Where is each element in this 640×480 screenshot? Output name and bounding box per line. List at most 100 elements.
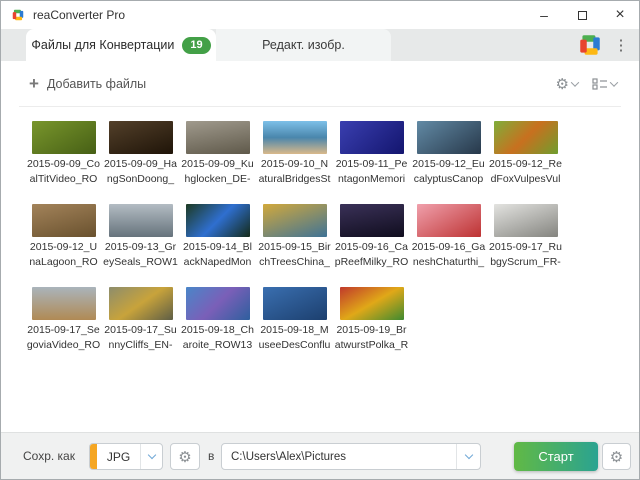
file-thumbnail[interactable] bbox=[185, 121, 250, 154]
file-item[interactable]: 2015-09-19_Br atwurstPolka_R bbox=[333, 287, 410, 352]
file-item[interactable]: 2015-09-10_N aturalBridgesSt bbox=[256, 121, 333, 186]
start-button[interactable]: Старт bbox=[514, 442, 598, 471]
file-name-line2: chTreesChina_ bbox=[259, 255, 330, 268]
file-name-line2: atwurstPolka_R bbox=[334, 338, 409, 351]
file-thumbnail[interactable] bbox=[262, 121, 327, 154]
file-thumbnail[interactable] bbox=[262, 204, 327, 237]
file-name-line1: 2015-09-16_Ga bbox=[411, 241, 486, 253]
file-name-line1: 2015-09-15_Bir bbox=[258, 241, 331, 253]
add-files-button[interactable]: + Добавить файлы bbox=[29, 75, 147, 92]
file-item[interactable]: 2015-09-09_Ha ngSonDoong_ bbox=[102, 121, 179, 186]
file-name-line1: 2015-09-12_Re bbox=[489, 158, 562, 170]
chevron-down-icon bbox=[609, 77, 619, 87]
file-item[interactable]: 2015-09-15_Bir chTreesChina_ bbox=[256, 204, 333, 269]
file-name-line2: useeDesConflu bbox=[258, 338, 331, 351]
file-grid: 2015-09-09_Co alTitVideo_RO 2015-09-09_Ha n… bbox=[25, 121, 564, 352]
file-thumbnail[interactable] bbox=[416, 121, 481, 154]
title-bar: reaConverter Pro – × bbox=[1, 1, 639, 29]
file-name-line1: 2015-09-17_Se bbox=[27, 324, 100, 336]
thumbnail-settings-button[interactable]: ⚙ bbox=[555, 75, 580, 93]
file-item[interactable]: 2015-09-14_Bl ackNapedMon bbox=[179, 204, 256, 269]
tab-files-for-conversion[interactable]: Файлы для Конвертации 19 bbox=[26, 29, 216, 61]
file-item[interactable]: 2015-09-16_Ca pReefMilky_RO bbox=[333, 204, 410, 269]
file-thumbnail[interactable] bbox=[108, 287, 173, 320]
file-name-line1: 2015-09-19_Br bbox=[336, 324, 407, 336]
output-format-select[interactable]: JPG bbox=[89, 443, 163, 470]
file-name-line2: aturalBridgesSt bbox=[258, 172, 331, 185]
format-dropdown-toggle[interactable] bbox=[140, 444, 162, 469]
file-item[interactable]: 2015-09-17_Ru bgyScrum_FR- bbox=[487, 204, 564, 269]
app-logo-icon bbox=[12, 9, 24, 21]
file-thumbnail[interactable] bbox=[416, 204, 481, 237]
file-thumbnail[interactable] bbox=[31, 121, 96, 154]
file-name-line2: ntagonMemori bbox=[337, 172, 406, 185]
bottom-bar: Сохр. как JPG ⚙ в C:\Users\Alex\Pictures… bbox=[1, 432, 639, 479]
view-mode-icon bbox=[592, 78, 607, 90]
file-item[interactable]: 2015-09-13_Gr eySeals_ROW1 bbox=[102, 204, 179, 269]
app-window: reaConverter Pro – × Файлы для Конвертац… bbox=[0, 0, 640, 480]
maximize-button[interactable] bbox=[563, 1, 601, 29]
file-thumbnail[interactable] bbox=[262, 287, 327, 320]
file-thumbnail[interactable] bbox=[339, 204, 404, 237]
file-thumbnail[interactable] bbox=[108, 121, 173, 154]
file-name-line1: 2015-09-18_M bbox=[260, 324, 329, 336]
view-mode-button[interactable] bbox=[592, 77, 619, 90]
in-label: в bbox=[208, 449, 215, 463]
file-item[interactable]: 2015-09-12_Eu calyptusCanop bbox=[410, 121, 487, 186]
file-name-line2: dFoxVulpesVul bbox=[490, 172, 561, 185]
file-name-line1: 2015-09-12_U bbox=[29, 241, 98, 253]
file-name-line2: nnyCliffs_EN- bbox=[108, 338, 173, 351]
file-item[interactable]: 2015-09-17_Se goviaVideo_RO bbox=[25, 287, 102, 352]
file-item[interactable]: 2015-09-18_Ch aroite_ROW13 bbox=[179, 287, 256, 352]
toolbar-divider bbox=[19, 106, 621, 107]
file-name-line2: hglocken_DE- bbox=[184, 172, 251, 185]
file-item[interactable]: 2015-09-09_Co alTitVideo_RO bbox=[25, 121, 102, 186]
chevron-down-icon bbox=[147, 450, 156, 460]
file-name-line2: neshChaturthi_ bbox=[412, 255, 485, 268]
file-name-line1: 2015-09-16_Ca bbox=[335, 241, 408, 253]
file-name-line1: 2015-09-09_Ku bbox=[181, 158, 254, 170]
file-item[interactable]: 2015-09-12_Re dFoxVulpesVul bbox=[487, 121, 564, 186]
file-name-line2: pReefMilky_RO bbox=[334, 255, 409, 268]
file-thumbnail[interactable] bbox=[339, 287, 404, 320]
file-name-line1: 2015-09-17_Su bbox=[104, 324, 177, 336]
files-toolbar: + Добавить файлы ⚙ bbox=[1, 61, 639, 106]
output-path-value: C:\Users\Alex\Pictures bbox=[231, 450, 347, 463]
content-area: + Добавить файлы ⚙ 2015-09-09_Co alTitVi… bbox=[1, 61, 639, 433]
output-path-input[interactable]: C:\Users\Alex\Pictures bbox=[221, 443, 481, 470]
file-thumbnail[interactable] bbox=[31, 204, 96, 237]
file-item[interactable]: 2015-09-17_Su nnyCliffs_EN- bbox=[102, 287, 179, 352]
file-item[interactable]: 2015-09-18_M useeDesConflu bbox=[256, 287, 333, 352]
format-settings-button[interactable]: ⚙ bbox=[170, 443, 200, 470]
window-title: reaConverter Pro bbox=[33, 8, 126, 22]
file-thumbnail[interactable] bbox=[185, 287, 250, 320]
gear-icon: ⚙ bbox=[555, 75, 569, 93]
advanced-settings-button[interactable]: ⚙ bbox=[602, 443, 631, 470]
file-thumbnail[interactable] bbox=[31, 287, 96, 320]
file-thumbnail[interactable] bbox=[185, 204, 250, 237]
file-thumbnail[interactable] bbox=[493, 204, 558, 237]
close-button[interactable]: × bbox=[601, 1, 639, 29]
menu-kebab-icon[interactable]: ⋮ bbox=[613, 36, 629, 54]
file-name-line1: 2015-09-09_Ha bbox=[104, 158, 177, 170]
file-item[interactable]: 2015-09-11_Pe ntagonMemori bbox=[333, 121, 410, 186]
minimize-button[interactable]: – bbox=[525, 1, 563, 29]
path-dropdown-toggle[interactable] bbox=[456, 444, 480, 469]
tab-edit-images[interactable]: Редакт. изобр. bbox=[216, 29, 391, 61]
file-name-line2: bgyScrum_FR- bbox=[490, 255, 561, 268]
save-as-label: Сохр. как bbox=[23, 449, 75, 463]
add-files-label: Добавить файлы bbox=[46, 76, 147, 91]
file-item[interactable]: 2015-09-12_U naLagoon_RO bbox=[25, 204, 102, 269]
file-name-line1: 2015-09-18_Ch bbox=[181, 324, 254, 336]
file-name-line2: alTitVideo_RO bbox=[29, 172, 98, 185]
file-item[interactable]: 2015-09-16_Ga neshChaturthi_ bbox=[410, 204, 487, 269]
tab-bar: Файлы для Конвертации 19 Редакт. изобр. … bbox=[1, 29, 639, 61]
file-thumbnail[interactable] bbox=[339, 121, 404, 154]
file-thumbnail[interactable] bbox=[493, 121, 558, 154]
chevron-down-icon bbox=[570, 77, 580, 87]
file-item[interactable]: 2015-09-09_Ku hglocken_DE- bbox=[179, 121, 256, 186]
file-name-line1: 2015-09-10_N bbox=[260, 158, 329, 170]
format-value: JPG bbox=[106, 449, 131, 464]
file-name-line1: 2015-09-11_Pe bbox=[335, 158, 408, 170]
file-thumbnail[interactable] bbox=[108, 204, 173, 237]
